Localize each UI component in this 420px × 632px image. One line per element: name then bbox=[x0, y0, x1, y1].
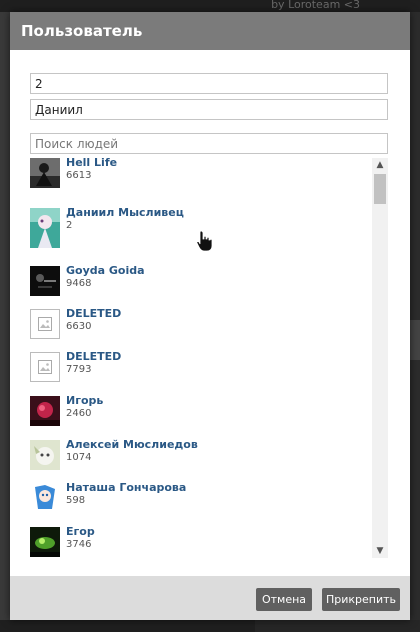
list-item[interactable]: DELETED 7793 bbox=[30, 350, 370, 392]
cancel-button[interactable]: Отмена bbox=[256, 588, 312, 611]
background-right-marker bbox=[410, 320, 420, 360]
avatar bbox=[30, 396, 60, 426]
user-name[interactable]: DELETED bbox=[66, 350, 121, 363]
user-count: 2 bbox=[66, 220, 73, 231]
avatar bbox=[30, 309, 60, 339]
list-item[interactable]: Goyda Goida 9468 bbox=[30, 264, 370, 306]
user-picker-dialog: Пользователь Hell Life 6613 Даниил Мысли… bbox=[10, 12, 410, 620]
list-item[interactable]: Игорь 2460 bbox=[30, 394, 370, 436]
user-name[interactable]: Даниил Мысливец bbox=[66, 206, 184, 219]
avatar bbox=[30, 208, 60, 248]
background-bottom-marker bbox=[255, 620, 420, 632]
list-item[interactable]: Алексей Мюслиедов 1074 bbox=[30, 438, 370, 480]
user-count: 598 bbox=[66, 495, 86, 506]
people-list: Hell Life 6613 Даниил Мысливец 2 Goyda G… bbox=[30, 158, 388, 558]
avatar bbox=[30, 483, 60, 513]
user-name[interactable]: Goyda Goida bbox=[66, 264, 145, 277]
list-item[interactable]: DELETED 6630 bbox=[30, 307, 370, 349]
image-placeholder-icon bbox=[38, 360, 52, 374]
user-name[interactable]: Алексей Мюслиедов bbox=[66, 438, 198, 451]
user-count: 6613 bbox=[66, 170, 92, 181]
background-credit-text: by Loroteam <3 bbox=[271, 0, 360, 11]
user-name[interactable]: Игорь bbox=[66, 394, 103, 407]
list-item[interactable]: Егор 3746 bbox=[30, 525, 370, 558]
user-count: 7793 bbox=[66, 364, 92, 375]
dialog-footer: Отмена Прикрепить bbox=[10, 576, 410, 620]
user-count: 1074 bbox=[66, 452, 92, 463]
image-placeholder-icon bbox=[38, 317, 52, 331]
user-id-field[interactable] bbox=[30, 73, 388, 94]
user-name[interactable]: DELETED bbox=[66, 307, 121, 320]
user-count: 9468 bbox=[66, 278, 92, 289]
avatar bbox=[30, 158, 60, 188]
user-name[interactable]: Hell Life bbox=[66, 158, 117, 169]
avatar bbox=[30, 266, 60, 296]
background-right-strip bbox=[410, 12, 420, 620]
scroll-down-arrow-icon[interactable]: ▼ bbox=[372, 544, 388, 558]
user-name[interactable]: Егор bbox=[66, 525, 95, 538]
attach-button[interactable]: Прикрепить bbox=[322, 588, 400, 611]
user-count: 6630 bbox=[66, 321, 92, 332]
list-scrollbar[interactable]: ▲ ▼ bbox=[372, 158, 388, 558]
background-top-bar: by Loroteam <3 bbox=[0, 0, 420, 12]
scrollbar-thumb[interactable] bbox=[374, 174, 386, 204]
user-name-field[interactable] bbox=[30, 99, 388, 120]
hand-cursor-icon bbox=[196, 230, 212, 252]
user-name[interactable]: Наташа Гончарова bbox=[66, 481, 186, 494]
user-count: 3746 bbox=[66, 539, 92, 550]
list-item[interactable]: Наташа Гончарова 598 bbox=[30, 481, 370, 523]
avatar bbox=[30, 527, 60, 557]
user-count: 2460 bbox=[66, 408, 92, 419]
people-search-input[interactable] bbox=[30, 133, 388, 154]
avatar bbox=[30, 440, 60, 470]
dialog-title: Пользователь bbox=[10, 12, 410, 50]
list-item[interactable]: Hell Life 6613 bbox=[30, 158, 370, 198]
avatar bbox=[30, 352, 60, 382]
scroll-up-arrow-icon[interactable]: ▲ bbox=[372, 158, 388, 172]
